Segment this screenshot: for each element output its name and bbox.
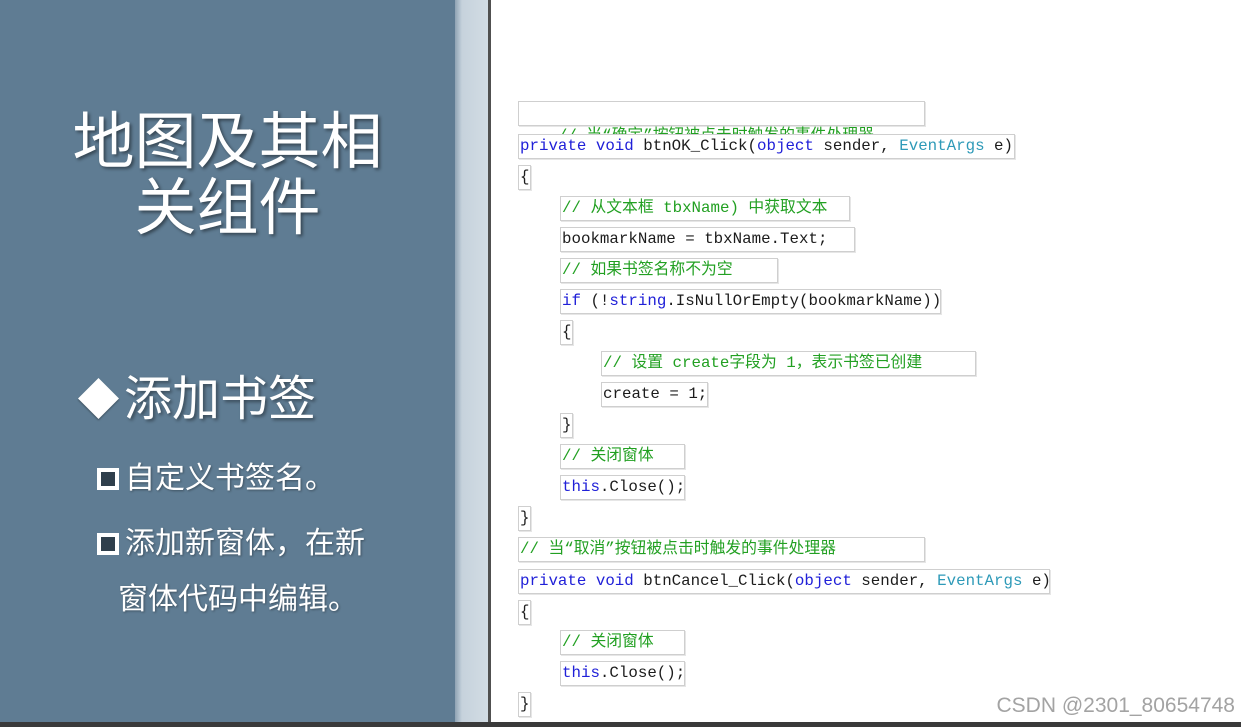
sub-bullet-text: 自定义书签名。 bbox=[125, 461, 335, 496]
code-brace: } bbox=[520, 509, 530, 527]
hollow-square-icon bbox=[97, 533, 119, 555]
slide-title-line-2: 关组件 bbox=[134, 171, 321, 244]
code-text: e) bbox=[1022, 572, 1051, 590]
code-type: EventArgs bbox=[899, 137, 985, 155]
code-keyword: string bbox=[609, 292, 667, 310]
code-keyword: this bbox=[562, 478, 600, 496]
code-comment: // 设置 create字段为 1，表示书签已创建 bbox=[603, 354, 923, 372]
code-text: bookmarkName = tbxName.Text; bbox=[562, 230, 828, 248]
code-keyword: if bbox=[562, 292, 581, 310]
code-comment: // 关闭窗体 bbox=[562, 633, 654, 651]
code-comment: // 关闭窗体 bbox=[562, 447, 654, 465]
code-keyword: this bbox=[562, 664, 600, 682]
code-text: btnCancel_Click( bbox=[633, 572, 795, 590]
bottom-bar bbox=[0, 722, 1241, 727]
hollow-square-icon bbox=[97, 468, 119, 490]
code-text: btnOK_Click( bbox=[633, 137, 758, 155]
code-line: this.Close(); bbox=[560, 475, 685, 500]
code-keyword: private void bbox=[520, 572, 634, 590]
code-brace: { bbox=[520, 168, 530, 186]
sub-bullet-continuation: 窗体代码中编辑。 bbox=[118, 582, 358, 617]
code-keyword: object bbox=[757, 137, 814, 155]
slide-title-line-1: 地图及其相 bbox=[72, 105, 383, 178]
code-brace: } bbox=[520, 695, 530, 713]
code-brace: } bbox=[562, 416, 572, 434]
sub-bullet-text: 添加新窗体，在新 bbox=[125, 526, 365, 561]
code-line: // 从文本框 tbxName) 中获取文本 bbox=[560, 196, 850, 221]
code-line: // 当“确定”按钮被点击时触发的事件处理器 bbox=[518, 101, 925, 145]
main-bullet-text: 添加书签 bbox=[124, 371, 317, 427]
code-line: this.Close(); bbox=[560, 661, 685, 686]
code-brace: { bbox=[520, 603, 530, 621]
code-line: } bbox=[518, 506, 531, 531]
code-keyword: private void bbox=[520, 137, 634, 155]
code-text: create = 1; bbox=[603, 385, 708, 403]
code-line: if (!string.IsNullOrEmpty(bookmarkName)) bbox=[560, 289, 941, 314]
diamond-icon bbox=[77, 377, 120, 420]
watermark: CSDN @2301_80654748 bbox=[996, 694, 1236, 717]
code-line: { bbox=[518, 165, 531, 190]
panel-edge-strip bbox=[455, 0, 488, 727]
code-comment: // 如果书签名称不为空 bbox=[562, 261, 733, 279]
code-line: // 如果书签名称不为空 bbox=[560, 258, 778, 283]
code-line: private void btnCancel_Click(object send… bbox=[518, 569, 1051, 594]
code-line: bookmarkName = tbxName.Text; bbox=[560, 227, 855, 252]
code-text: .IsNullOrEmpty(bookmarkName)) bbox=[666, 292, 942, 310]
code-line: } bbox=[518, 692, 531, 717]
code-line: } bbox=[560, 413, 573, 438]
code-line: { bbox=[560, 320, 573, 345]
code-line: // 关闭窗体 bbox=[560, 444, 685, 469]
code-brace: { bbox=[562, 323, 572, 341]
code-line: // 关闭窗体 bbox=[560, 630, 685, 655]
code-text: .Close(); bbox=[599, 664, 686, 682]
code-line: private void btnOK_Click(object sender, … bbox=[518, 134, 1015, 159]
code-comment: // 从文本框 tbxName) 中获取文本 bbox=[562, 199, 828, 217]
slide-left-panel: 地图及其相 关组件 添加书签 自定义书签名。 添加新窗体，在新 窗体代码中编辑。 bbox=[0, 0, 455, 727]
code-line: // 当“取消”按钮被点击时触发的事件处理器 bbox=[518, 537, 925, 562]
code-text: (! bbox=[580, 292, 610, 310]
code-text: .Close(); bbox=[599, 478, 686, 496]
code-text: sender, bbox=[813, 137, 900, 155]
code-keyword: object bbox=[794, 572, 852, 590]
code-text: sender, bbox=[851, 572, 938, 590]
panel-divider bbox=[488, 0, 491, 727]
code-type: EventArgs bbox=[937, 572, 1023, 590]
code-line: // 设置 create字段为 1，表示书签已创建 bbox=[601, 351, 976, 376]
main-bullet-item: 添加书签 bbox=[77, 370, 448, 428]
code-line: { bbox=[518, 600, 531, 625]
code-text: e) bbox=[984, 137, 1014, 155]
code-comment: // 当“取消”按钮被点击时触发的事件处理器 bbox=[520, 540, 836, 558]
code-line: create = 1; bbox=[601, 382, 708, 407]
